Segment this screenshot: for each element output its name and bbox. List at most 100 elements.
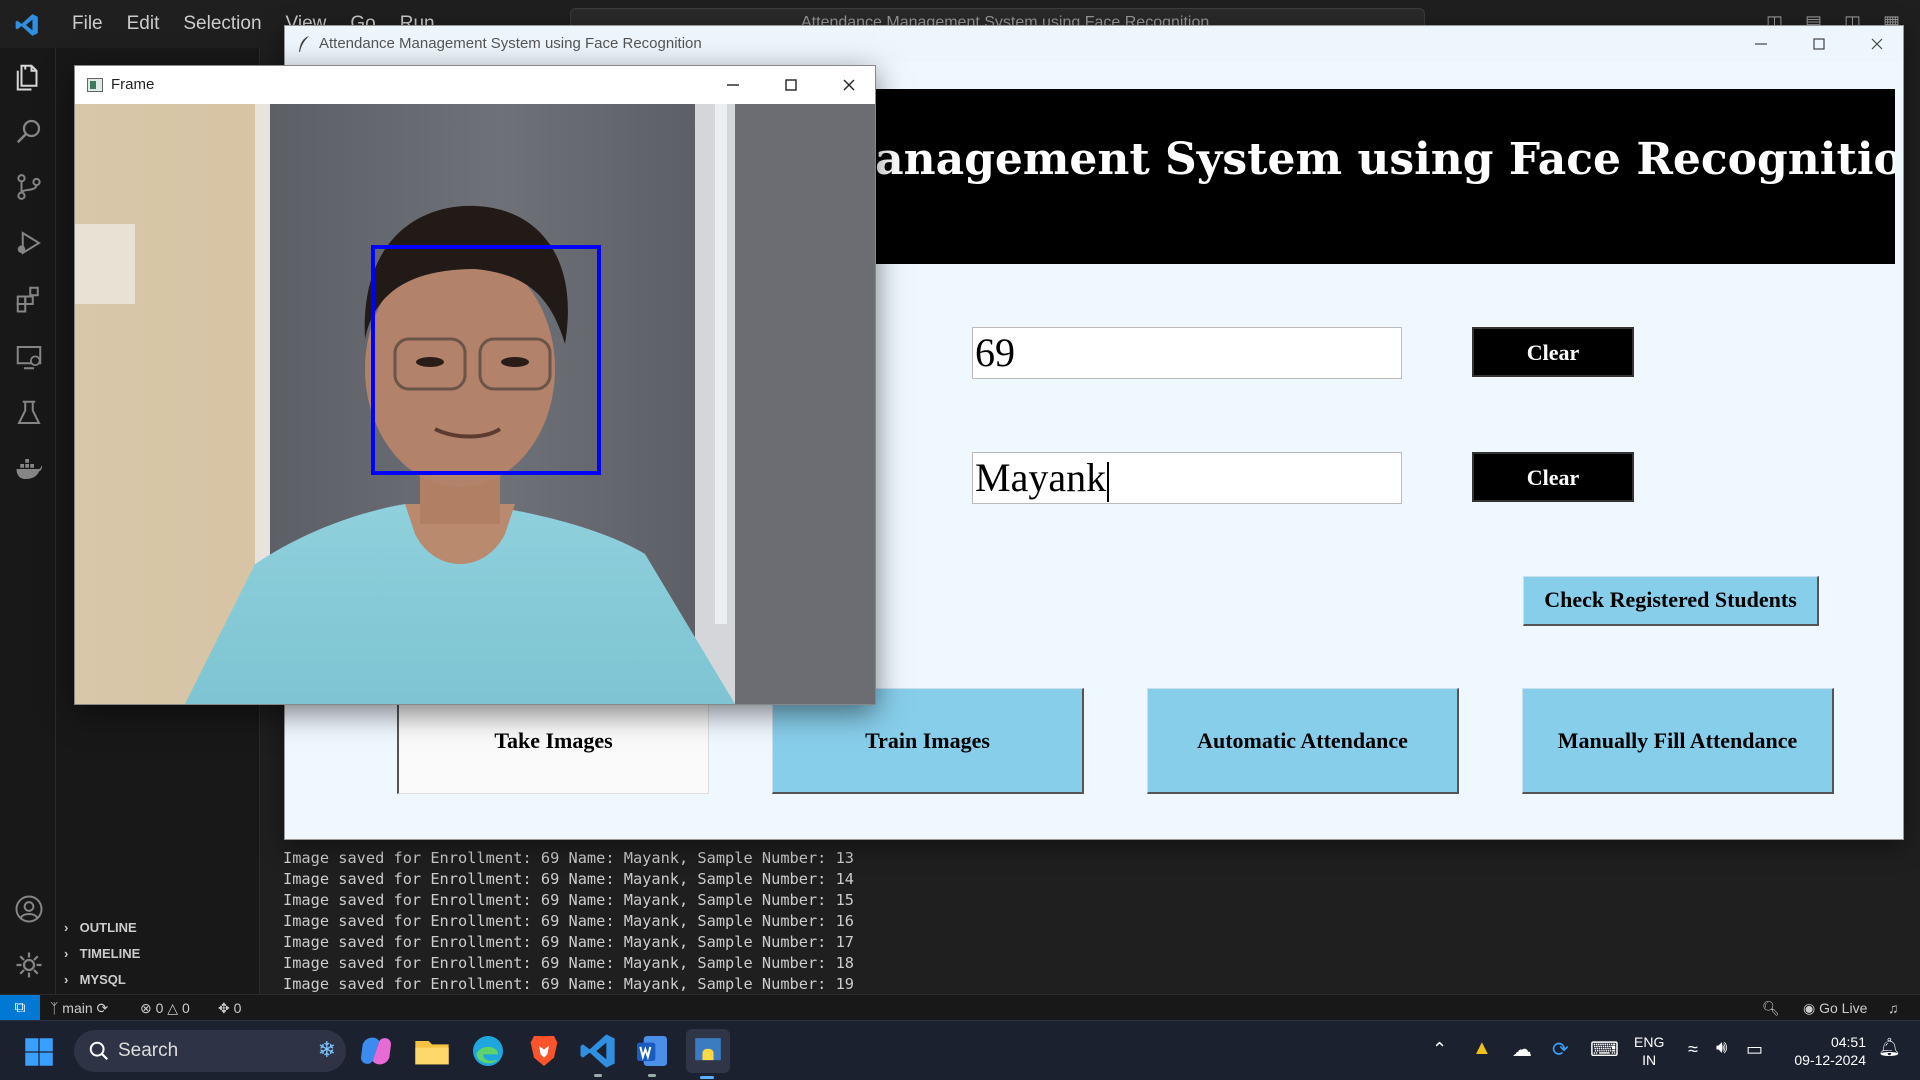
status-bar: ⧉ ᛉ main ⟳ ⊗ 0 △ 0 ✥ 0 🔍︎ ◉ Go Live ♫ [0,994,1920,1021]
mysql-section-label: MYSQL [79,972,126,987]
copilot-app-icon[interactable] [356,1031,396,1071]
frame-app-icon [87,78,103,92]
menu-file[interactable]: File [60,13,115,35]
run-debug-icon[interactable] [14,228,44,258]
menu-edit[interactable]: Edit [115,13,172,35]
keyboard-icon[interactable]: ⌨ [1590,1037,1619,1080]
clear-enrollment-button[interactable]: Clear [1472,327,1634,377]
language-code: ENG [1634,1034,1665,1050]
minimize-icon[interactable] [721,73,745,97]
check-registered-students-button[interactable]: Check Registered Students [1523,576,1819,626]
name-input[interactable]: Mayank [972,452,1402,504]
onedrive-icon[interactable]: ☁ [1512,1037,1532,1080]
taskbar: Search ❄ ⌃ ▲ ☁ ⟳ ⌨ ENG IN ≈ 🔊︎ ▭ 04:51 0… [0,1020,1920,1080]
notifications-bell-icon[interactable]: ♫ [1888,1000,1899,1016]
outline-section-label: OUTLINE [79,920,137,935]
terminal-line: Image saved for Enrollment: 69 Name: May… [283,975,854,993]
frame-title: Frame [111,76,155,93]
terminal-line: Image saved for Enrollment: 69 Name: May… [283,870,854,888]
explorer-icon[interactable] [14,62,44,92]
remote-indicator-icon[interactable]: ⧉ [0,995,40,1021]
close-icon[interactable] [837,73,861,97]
remote-explorer-icon[interactable] [14,342,44,372]
text-caret [1107,461,1110,502]
word-app-icon[interactable] [632,1031,672,1077]
region-code: IN [1642,1052,1657,1068]
docker-icon[interactable] [14,454,44,484]
go-live-label: Go Live [1819,1000,1868,1016]
file-explorer-app-icon[interactable] [412,1031,452,1071]
running-indicator [648,1074,656,1077]
warning-count: 0 [181,1000,190,1016]
testing-icon[interactable] [14,398,44,428]
active-indicator [700,1076,714,1079]
manage-gear-icon[interactable] [14,950,44,980]
enrollment-input[interactable]: 69 [972,327,1402,379]
timeline-section[interactable]: › TIMELINE [64,946,140,961]
language-indicator[interactable]: ENG IN [1634,1033,1664,1080]
banner-title: Attendance Management System using Face … [876,134,1895,185]
edge-app-icon[interactable] [468,1031,508,1071]
go-live-button[interactable]: ◉ Go Live [1803,1000,1867,1017]
terminal-line: Image saved for Enrollment: 69 Name: May… [283,954,854,972]
battery-icon[interactable]: ▭ [1746,1039,1763,1080]
minimize-icon[interactable] [1749,32,1773,56]
windows-start-icon[interactable] [24,1037,54,1067]
search-icon [89,1041,109,1061]
header-banner: Attendance Management System using Face … [876,89,1895,264]
timeline-section-label: TIMELINE [79,946,141,961]
outline-section[interactable]: › OUTLINE [64,920,137,935]
close-icon[interactable] [1865,32,1889,56]
menu-selection[interactable]: Selection [171,13,273,35]
terminal-line: Image saved for Enrollment: 69 Name: May… [283,912,854,930]
zoom-icon[interactable]: 🔍︎ [1762,1000,1780,1017]
extensions-icon[interactable] [14,284,44,314]
accounts-icon[interactable] [14,894,44,924]
clock[interactable]: 04:51 09-12-2024 [1786,1033,1866,1080]
mysql-section[interactable]: › MYSQL [64,972,126,987]
terminal-panel[interactable]: Image saved for Enrollment: 69 Name: May… [260,842,1920,994]
problems-status[interactable]: ⊗ 0 △ 0 [140,1000,190,1017]
branch-name: main [62,1000,93,1016]
terminal-line: Image saved for Enrollment: 69 Name: May… [283,891,854,909]
chevron-right-icon: › [64,920,69,935]
error-count: 0 [155,1000,164,1016]
ports-status[interactable]: ✥ 0 [218,1000,241,1017]
wifi-icon[interactable]: ≈ [1688,1039,1698,1080]
tk-feather-icon [299,36,309,52]
sync-icon[interactable]: ⟳ [1552,1037,1569,1080]
search-highlight-icon: ❄ [317,1037,336,1062]
notification-bell-icon[interactable]: 🔔︎ [1878,1037,1901,1080]
python-app-icon[interactable] [686,1029,730,1079]
running-indicator [594,1074,602,1077]
ports-count: 0 [233,1000,242,1016]
maximize-icon[interactable] [779,73,803,97]
tk-titlebar[interactable]: Attendance Management System using Face … [285,26,1903,62]
volume-icon[interactable]: 🔊︎ [1716,1037,1727,1080]
manually-fill-attendance-button[interactable]: Manually Fill Attendance [1522,688,1834,794]
brave-app-icon[interactable] [524,1031,564,1071]
show-hidden-icons[interactable]: ⌃ [1432,1039,1447,1080]
terminal-line: Image saved for Enrollment: 69 Name: May… [283,933,854,951]
frame-titlebar[interactable]: Frame [75,66,875,104]
taskbar-search-label: Search [118,1040,179,1061]
tk-window-title: Attendance Management System using Face … [319,35,702,52]
name-value: Mayank [975,455,1107,500]
chevron-right-icon: › [64,972,69,987]
clock-time: 04:51 [1830,1034,1866,1050]
vscode-logo-icon [15,14,38,36]
clear-name-button[interactable]: Clear [1472,452,1634,502]
automatic-attendance-button[interactable]: Automatic Attendance [1147,688,1459,794]
defender-warning-icon[interactable]: ▲ [1472,1037,1492,1080]
branch-status[interactable]: ᛉ main ⟳ [50,1000,108,1017]
source-control-icon[interactable] [14,172,44,202]
search-icon[interactable] [14,116,44,146]
terminal-line: Image saved for Enrollment: 69 Name: May… [283,849,854,867]
vscode-app-icon[interactable] [578,1031,618,1077]
enrollment-value: 69 [975,330,1015,375]
camera-frame-window: Frame [74,65,876,705]
taskbar-search[interactable]: Search ❄ [74,1030,346,1072]
clock-date: 09-12-2024 [1794,1052,1866,1068]
maximize-icon[interactable] [1807,32,1831,56]
activity-bar [0,48,56,994]
